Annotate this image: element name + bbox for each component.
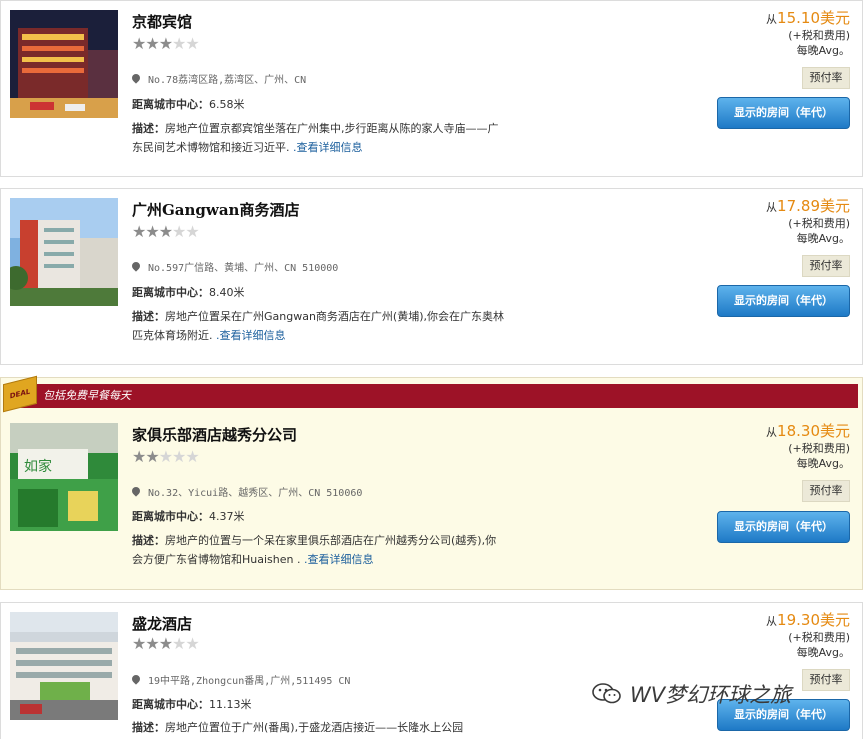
deal-banner: DEAL 包括免费早餐每天 (3, 375, 858, 413)
distance-value: 4.37米 (209, 510, 245, 523)
price-from: 从 (766, 615, 778, 628)
price-amount: 19.30美元 (777, 611, 850, 629)
distance-to-center: 距离城市中心：11.13米 (132, 696, 252, 712)
tax-note: (+税和费用) (788, 631, 850, 644)
price: 从19.30美元 (766, 609, 850, 630)
hotel-name[interactable]: 盛龙酒店 (132, 613, 192, 634)
star-rating: ★★★★★ (132, 634, 200, 653)
hotel-description: 描述：房地产位置位于广州(番禺),于盛龙酒店接近——长隆水上公园 (132, 718, 507, 737)
hotel-card-deal: DEAL 包括免费早餐每天 如家 家俱乐部酒店越秀分公司 ★★★★★ No.32… (0, 375, 863, 590)
hotel-card: 盛龙酒店 ★★★★★ 19中平路,Zhongcun番禺,广州,511495 CN… (0, 602, 863, 739)
desc-label: 描述： (132, 122, 165, 135)
distance-label: 距离城市中心： (132, 286, 209, 299)
price-amount: 15.10美元 (777, 9, 850, 27)
hotel-name[interactable]: 广州Gangwan商务酒店 (132, 199, 299, 220)
more-details-link[interactable]: .查看详细信息 (290, 141, 363, 154)
prepaid-rate-button[interactable]: 预付率 (802, 480, 850, 502)
hotel-address: No.78荔湾区路,荔湾区、广州、CN (130, 71, 307, 86)
location-pin-icon (130, 260, 142, 272)
location-pin-icon (130, 72, 142, 84)
hotel-description: 描述：房地产的位置与一个呆在家里俱乐部酒店在广州越秀分公司(越秀),你会方便广东… (132, 531, 502, 569)
price-amount: 18.30美元 (777, 422, 850, 440)
hotel-address: No.32、Yicui路、越秀区、广州、CN 510060 (130, 484, 363, 499)
desc-text: 房地产位置位于广州(番禺),于盛龙酒店接近——长隆水上公园 (165, 721, 464, 734)
distance-value: 6.58米 (209, 98, 245, 111)
desc-text: 房地产位置呆在广州Gangwan商务酒店在广州(黄埔),你会在广东奥林匹克体育场… (132, 310, 505, 342)
address-text: 19中平路,Zhongcun番禺,广州,511495 CN (148, 676, 351, 687)
hotel-card: 广州Gangwan商务酒店 ★★★★★ No.597广信路、黄埔、广州、CN 5… (0, 188, 863, 365)
location-pin-icon (130, 485, 142, 497)
more-details-link[interactable]: .查看详细信息 (300, 553, 374, 566)
avg-per-night: 每晚Avg。 (796, 646, 850, 659)
hotel-name[interactable]: 家俱乐部酒店越秀分公司 (132, 424, 297, 445)
distance-value: 11.13米 (209, 698, 252, 711)
price: 从18.30美元 (766, 420, 850, 441)
distance-to-center: 距离城市中心：8.40米 (132, 284, 245, 300)
address-text: No.32、Yicui路、越秀区、广州、CN 510060 (148, 488, 363, 499)
show-rooms-button[interactable]: 显示的房间（年代） (717, 511, 850, 543)
distance-to-center: 距离城市中心：4.37米 (132, 508, 245, 524)
tax-note: (+税和费用) (788, 29, 850, 42)
price: 从15.10美元 (766, 7, 850, 28)
address-text: No.78荔湾区路,荔湾区、广州、CN (148, 75, 307, 86)
location-pin-icon (130, 673, 142, 685)
distance-label: 距离城市中心： (132, 510, 209, 523)
show-rooms-button[interactable]: 显示的房间（年代） (717, 285, 850, 317)
more-details-link[interactable]: .查看详细信息 (213, 329, 286, 342)
hotel-description: 描述：房地产位置呆在广州Gangwan商务酒店在广州(黄埔),你会在广东奥林匹克… (132, 307, 507, 345)
deal-tag-icon: DEAL (3, 375, 37, 413)
hotel-name[interactable]: 京都宾馆 (132, 11, 192, 32)
star-rating: ★★★★★ (132, 222, 200, 241)
distance-value: 8.40米 (209, 286, 245, 299)
prepaid-rate-button[interactable]: 预付率 (802, 669, 850, 691)
distance-to-center: 距离城市中心：6.58米 (132, 96, 245, 112)
hotel-address: No.597广信路、黄埔、广州、CN 510000 (130, 259, 339, 274)
hotel-card: 京都宾馆 ★★★★★ No.78荔湾区路,荔湾区、广州、CN 距离城市中心：6.… (0, 0, 863, 177)
price: 从17.89美元 (766, 195, 850, 216)
desc-label: 描述： (132, 721, 165, 734)
desc-label: 描述： (132, 310, 165, 323)
show-rooms-button[interactable]: 显示的房间（年代） (717, 97, 850, 129)
hotel-photo[interactable] (10, 198, 118, 306)
price-amount: 17.89美元 (777, 197, 850, 215)
hotel-photo[interactable] (10, 612, 118, 720)
price-from: 从 (766, 201, 778, 214)
watermark: WV梦幻环球之旅 (592, 674, 791, 714)
hotel-address: 19中平路,Zhongcun番禺,广州,511495 CN (130, 672, 351, 687)
star-rating: ★★★★★ (132, 447, 200, 466)
address-text: No.597广信路、黄埔、广州、CN 510000 (148, 263, 339, 274)
desc-label: 描述： (132, 534, 165, 547)
distance-label: 距离城市中心： (132, 98, 209, 111)
tax-note: (+税和费用) (788, 217, 850, 230)
prepaid-rate-button[interactable]: 预付率 (802, 255, 850, 277)
distance-label: 距离城市中心： (132, 698, 209, 711)
price-from: 从 (766, 13, 778, 26)
svg-text:如家: 如家 (24, 458, 52, 475)
avg-per-night: 每晚Avg。 (796, 457, 850, 470)
deal-text: 包括免费早餐每天 (43, 389, 131, 402)
hotel-photo[interactable]: 如家 (10, 423, 118, 531)
hotel-photo[interactable] (10, 10, 118, 118)
watermark-text: WV梦幻环球之旅 (630, 683, 792, 707)
avg-per-night: 每晚Avg。 (796, 232, 850, 245)
price-from: 从 (766, 426, 778, 439)
hotel-description: 描述：房地产位置京都宾馆坐落在广州集中,步行距离从陈的家人寺庙——广东民间艺术博… (132, 119, 507, 157)
tax-note: (+税和费用) (788, 442, 850, 455)
star-rating: ★★★★★ (132, 34, 200, 53)
wechat-icon (592, 683, 621, 704)
avg-per-night: 每晚Avg。 (796, 44, 850, 57)
prepaid-rate-button[interactable]: 预付率 (802, 67, 850, 89)
